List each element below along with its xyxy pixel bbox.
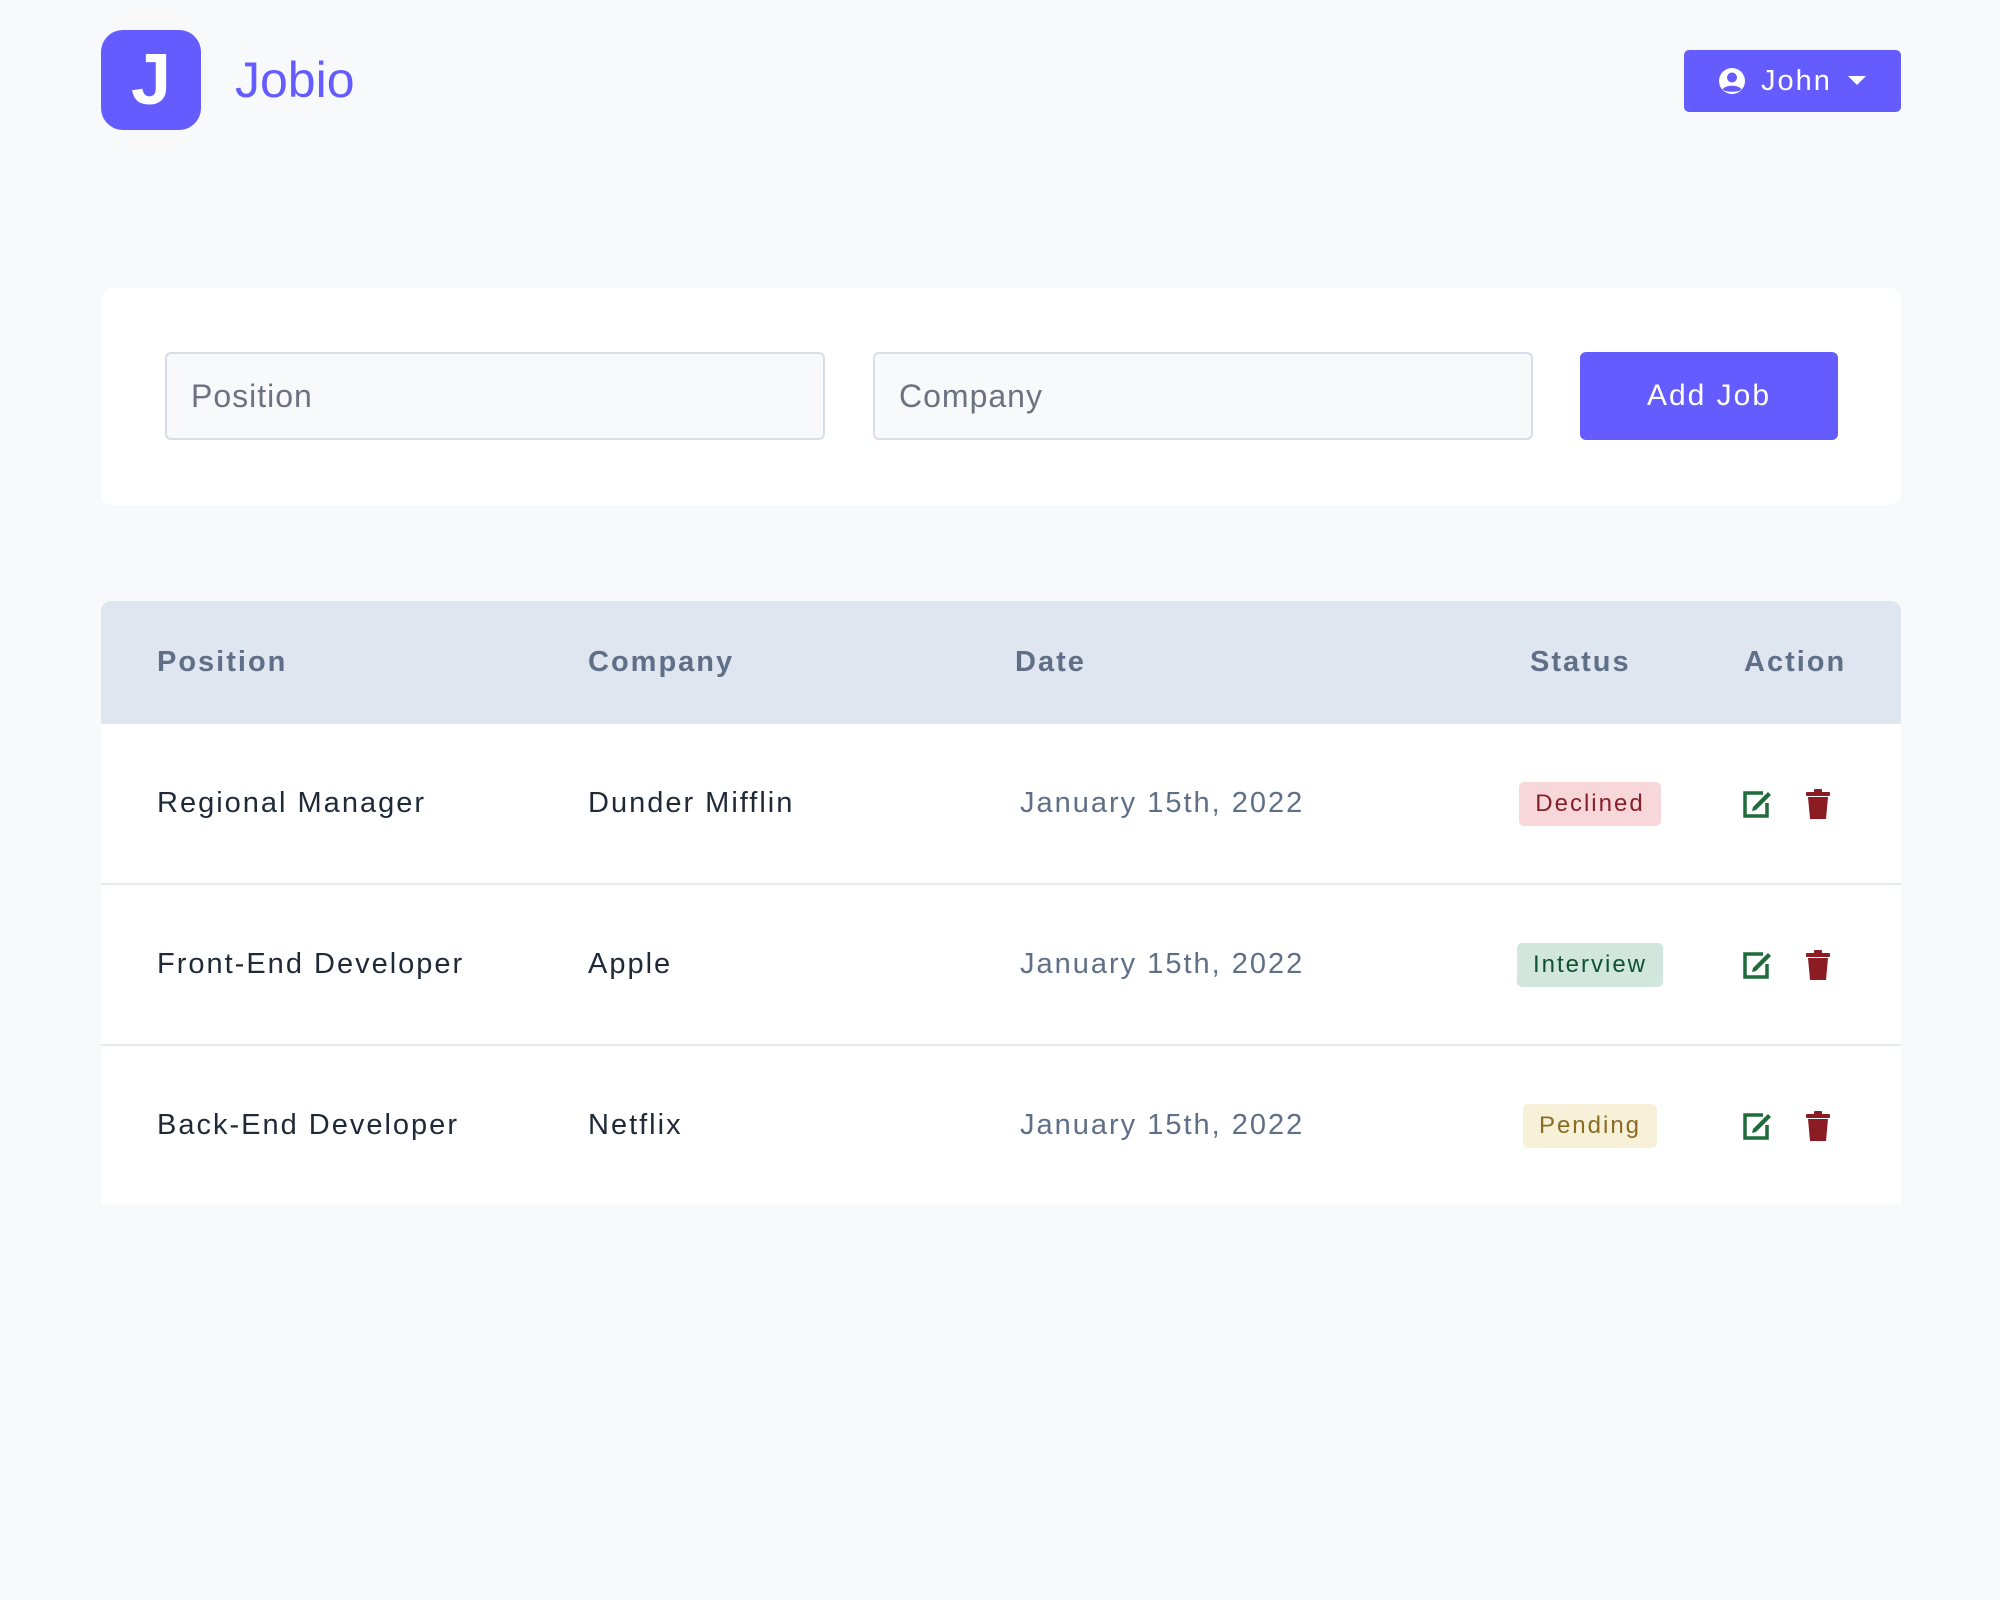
user-name: John [1761, 64, 1832, 97]
add-job-form: Add Job [101, 288, 1901, 505]
edit-icon[interactable] [1741, 789, 1773, 819]
table-row: Back-End Developer Netflix January 15th,… [101, 1046, 1901, 1205]
cell-position: Front-End Developer [157, 948, 465, 980]
edit-icon[interactable] [1741, 950, 1773, 980]
cell-position: Regional Manager [157, 787, 426, 819]
user-menu-button[interactable]: John [1684, 50, 1901, 112]
logo-letter: J [130, 40, 172, 120]
header-action: Action [1744, 646, 1847, 678]
cell-company: Apple [588, 948, 673, 980]
status-badge: Interview [1516, 942, 1664, 987]
logo: J [101, 30, 201, 130]
cell-position: Back-End Developer [157, 1109, 459, 1141]
table-header: Position Company Date Status Action [101, 601, 1901, 724]
header-position: Position [157, 646, 288, 678]
header-status: Status [1530, 646, 1631, 678]
cell-date: January 15th, 2022 [1020, 1109, 1305, 1141]
table-row: Regional Manager Dunder Mifflin January … [101, 724, 1901, 885]
table-row: Front-End Developer Apple January 15th, … [101, 885, 1901, 1046]
caret-down-icon [1846, 74, 1868, 88]
edit-icon[interactable] [1741, 1111, 1773, 1141]
status-badge: Pending [1522, 1103, 1658, 1148]
cell-date: January 15th, 2022 [1020, 948, 1305, 980]
cell-company: Netflix [588, 1109, 683, 1141]
brand-name: Jobio [235, 52, 355, 108]
jobs-table: Position Company Date Status Action Regi… [101, 601, 1901, 1205]
header-date: Date [1015, 646, 1086, 678]
user-circle-icon [1717, 66, 1747, 96]
status-badge: Declined [1519, 781, 1661, 826]
trash-icon[interactable] [1805, 1110, 1831, 1142]
trash-icon[interactable] [1805, 949, 1831, 981]
trash-icon[interactable] [1805, 788, 1831, 820]
header-company: Company [588, 646, 735, 678]
cell-company: Dunder Mifflin [588, 787, 795, 819]
cell-date: January 15th, 2022 [1020, 787, 1305, 819]
position-input[interactable] [165, 352, 825, 440]
company-input[interactable] [873, 352, 1533, 440]
add-job-button[interactable]: Add Job [1580, 352, 1838, 440]
